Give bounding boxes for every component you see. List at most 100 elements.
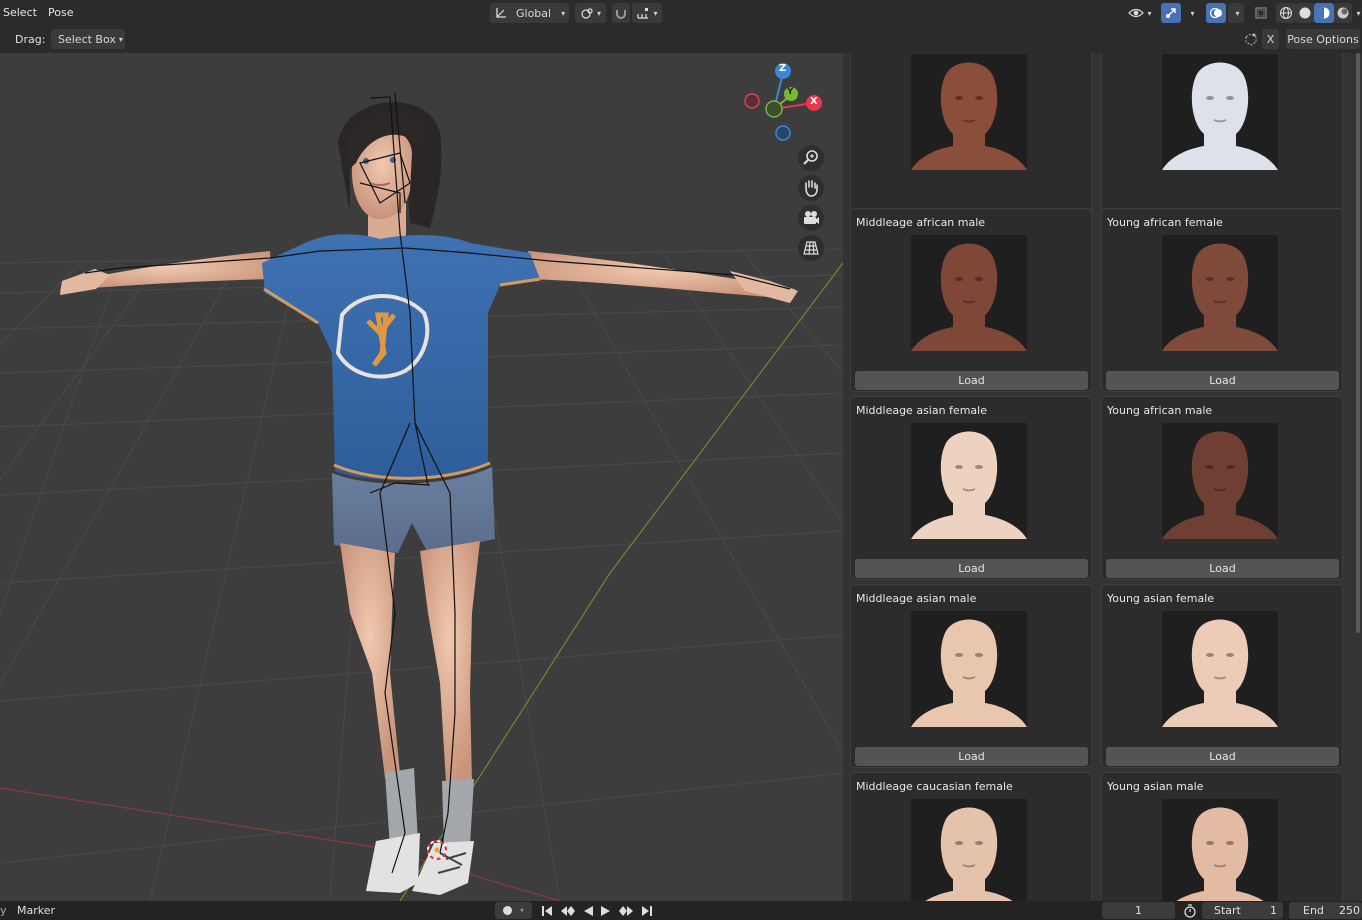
viewport-scene (0, 92, 843, 901)
shading-solid[interactable] (1296, 3, 1314, 23)
neg-z-handle[interactable] (775, 125, 791, 141)
neg-x-handle[interactable] (744, 93, 760, 109)
zoom-button[interactable] (798, 145, 824, 171)
marker-menu[interactable]: Marker (17, 904, 55, 917)
solid-sphere-icon (1299, 7, 1311, 19)
shading-rendered[interactable] (1334, 3, 1352, 23)
asset-card-title: Middleage caucasian female (856, 780, 1013, 793)
camera-view-button[interactable] (798, 205, 824, 231)
asset-library-panel[interactable]: LoadLoadMiddleage african maleLoadYoung … (843, 53, 1362, 901)
asset-card[interactable]: Middleage asian male Load (850, 584, 1092, 768)
asset-thumbnail (911, 235, 1027, 351)
overlays-dropdown[interactable]: ▾ (1228, 3, 1244, 23)
visibility-dropdown[interactable]: ▾ (1124, 3, 1156, 23)
asset-card[interactable]: Middleage asian female Load (850, 396, 1092, 580)
asset-card[interactable]: Young african male Load (1101, 396, 1343, 580)
asset-card[interactable]: Middleage african male Load (850, 208, 1092, 392)
stopwatch-icon[interactable] (1183, 904, 1197, 918)
snap-toggle[interactable] (612, 3, 630, 23)
asset-card-title: Young african male (1107, 404, 1213, 417)
start-frame-field[interactable]: Start 1 (1202, 902, 1283, 919)
next-keyframe-icon[interactable] (618, 905, 634, 917)
mirror-x-toggle[interactable]: X (1262, 29, 1279, 49)
playback-controls (540, 903, 660, 919)
zoom-icon (803, 150, 818, 165)
tool-settings-bar: Drag: Select Box ▾ X Pose Options (0, 26, 1362, 53)
grid-perspective-icon (803, 241, 819, 255)
z-axis-label: Z (779, 63, 787, 74)
snap-target-dropdown[interactable]: ▾ (632, 3, 662, 23)
chevron-down-icon: ▾ (519, 906, 524, 915)
material-sphere-icon (1318, 7, 1330, 19)
orientation-icon (496, 8, 506, 18)
asset-thumbnail (1162, 235, 1278, 351)
current-frame-field[interactable]: 1 (1102, 902, 1175, 919)
asset-thumbnail (911, 799, 1027, 901)
asset-card[interactable]: Young asian male (1101, 772, 1343, 901)
3d-viewport[interactable]: Z Y X (0, 53, 843, 901)
x-axis-label: X (810, 96, 818, 107)
pan-button[interactable] (798, 175, 824, 201)
play-icon[interactable] (600, 905, 612, 917)
load-button[interactable]: Load (1106, 559, 1339, 578)
chevron-down-icon: ▾ (1190, 8, 1195, 18)
overlays-toggle[interactable] (1206, 3, 1226, 23)
asset-card-title: Middleage african male (856, 216, 986, 229)
end-frame-field[interactable]: End 250 (1289, 902, 1362, 919)
chevron-down-icon: ▾ (653, 8, 658, 18)
x-label: X (1266, 32, 1275, 46)
menu-select[interactable]: Select (3, 6, 37, 19)
current-frame-value: 1 (1135, 904, 1142, 917)
asset-thumbnail (911, 423, 1027, 539)
viewport-header: Select Pose Global ▾ ▾ ▾ ▾ ▾ ▾ ▾ (0, 0, 1362, 26)
view-menu-fragment[interactable]: y (0, 904, 7, 917)
magnet-icon (616, 10, 626, 19)
asset-card[interactable]: Middleage caucasian female (850, 772, 1092, 901)
load-button[interactable]: Load (1106, 747, 1339, 766)
auto-keying-toggle[interactable]: ▾ (495, 902, 532, 919)
overlays-icon (1209, 7, 1222, 19)
asset-card[interactable]: Young asian female Load (1101, 584, 1343, 768)
transform-affect-toggle[interactable] (1241, 29, 1261, 49)
play-reverse-icon[interactable] (582, 905, 594, 917)
load-button[interactable]: Load (855, 559, 1088, 578)
load-button[interactable]: Load (1106, 371, 1339, 390)
snap-increment-icon (637, 8, 649, 19)
pose-options-popover[interactable]: Pose Options (1286, 29, 1360, 49)
neg-y-handle[interactable] (765, 100, 783, 118)
menu-pose[interactable]: Pose (48, 6, 73, 19)
gizmo-dropdown[interactable]: ▾ (1183, 3, 1199, 23)
asset-thumbnail (911, 611, 1027, 727)
asset-thumbnail (1162, 611, 1278, 727)
shading-dropdown[interactable]: ▾ (1352, 3, 1362, 23)
asset-card[interactable]: Young african female Load (1101, 208, 1343, 392)
jump-end-icon[interactable] (640, 905, 654, 917)
chevron-down-icon: ▾ (561, 8, 566, 18)
load-button[interactable]: Load (855, 371, 1088, 390)
pose-options-label: Pose Options (1287, 32, 1359, 46)
panel-scrollbar[interactable] (1356, 53, 1360, 633)
drag-select-box-dropdown[interactable]: Select Box ▾ (51, 29, 125, 49)
timeline-bar: y Marker ▾ 1 Start 1 End 250 (0, 901, 1362, 920)
gizmo-toggle[interactable] (1161, 3, 1181, 23)
character-model[interactable] (60, 92, 798, 895)
asset-thumbnail (1162, 423, 1278, 539)
start-label: Start (1214, 904, 1241, 917)
load-button[interactable]: Load (855, 747, 1088, 766)
shading-wireframe[interactable] (1276, 3, 1296, 23)
pivot-icon (581, 8, 593, 19)
start-value: 1 (1270, 904, 1277, 917)
asset-card-title: Middleage asian female (856, 404, 987, 417)
prev-keyframe-icon[interactable] (560, 905, 576, 917)
drag-label: Drag: (15, 33, 46, 46)
xray-toggle[interactable] (1251, 3, 1271, 23)
pivot-point-dropdown[interactable]: ▾ (575, 3, 606, 23)
asset-card-title: Young african female (1107, 216, 1223, 229)
navigation-gizmo[interactable]: Z Y X (740, 61, 830, 151)
jump-start-icon[interactable] (540, 905, 554, 917)
orientation-value: Global (516, 6, 552, 20)
perspective-toggle-button[interactable] (798, 235, 824, 261)
transform-orientation-dropdown[interactable]: Global ▾ (490, 3, 569, 23)
chevron-down-icon: ▾ (1356, 8, 1361, 18)
shading-material[interactable] (1314, 3, 1334, 23)
